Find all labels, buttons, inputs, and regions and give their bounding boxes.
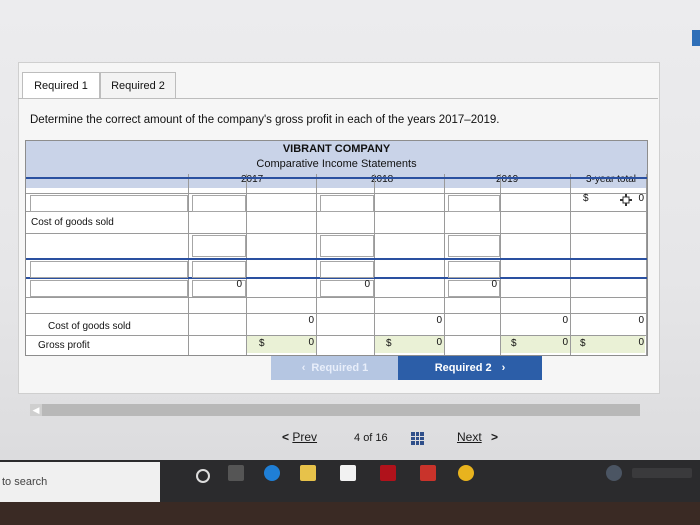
amount-input[interactable] xyxy=(320,261,374,278)
amount-input[interactable] xyxy=(192,261,246,278)
required-1-label: Required 1 xyxy=(311,362,369,374)
edge-icon[interactable] xyxy=(264,465,280,481)
page-indicator: 4 of 16 xyxy=(354,432,388,444)
gross-2019: 0 xyxy=(562,337,568,348)
gross-currency-2018: $ xyxy=(386,338,392,349)
amount-input[interactable] xyxy=(448,195,500,212)
label-input[interactable] xyxy=(30,280,188,297)
gross-2018: 0 xyxy=(436,337,442,348)
cogs-sub-label: Cost of goods sold xyxy=(48,321,131,332)
col-divider xyxy=(246,174,247,355)
scroll-left-icon[interactable]: ◀ xyxy=(30,404,42,416)
row-divider xyxy=(26,297,647,298)
page-total: of 16 xyxy=(363,432,388,444)
amount-input[interactable] xyxy=(320,235,374,257)
chevron-left-icon: ‹ xyxy=(301,362,306,374)
required-1-button[interactable]: ‹ Required 1 xyxy=(271,356,399,380)
row-divider xyxy=(26,193,647,194)
year-2017: 2017 xyxy=(241,174,264,185)
next-link[interactable]: Next > xyxy=(457,430,498,444)
scroll-marker xyxy=(692,30,700,46)
system-tray-icon[interactable] xyxy=(632,468,692,478)
statement-title: Comparative Income Statements xyxy=(256,158,417,170)
amount-input[interactable] xyxy=(320,195,374,212)
tab-required-1[interactable]: Required 1 xyxy=(22,72,100,99)
tab-required-2[interactable]: Required 2 xyxy=(100,72,176,99)
total-currency: $ xyxy=(583,193,589,204)
chevron-right-icon: > xyxy=(491,430,499,444)
row-divider xyxy=(26,313,647,314)
row-divider xyxy=(26,233,647,234)
chevron-right-icon: › xyxy=(501,362,506,374)
col-divider xyxy=(444,174,445,355)
move-cursor-icon xyxy=(620,194,632,206)
cogs-total: 0 xyxy=(638,315,644,326)
tab-divider xyxy=(18,98,658,99)
cogs-label: Cost of goods sold xyxy=(31,217,114,228)
help-icon[interactable] xyxy=(606,465,622,481)
income-statement-table: VIBRANT COMPANY Comparative Income State… xyxy=(25,140,648,356)
amount-input[interactable] xyxy=(448,261,500,278)
chevron-left-icon: < xyxy=(282,430,290,444)
gross-total: 0 xyxy=(638,337,644,348)
label-input[interactable] xyxy=(30,261,188,278)
label-input[interactable] xyxy=(30,195,188,212)
next-label[interactable]: Next xyxy=(457,430,482,444)
instruction-text: Determine the correct amount of the comp… xyxy=(30,114,500,126)
row-divider xyxy=(26,258,647,260)
cogs-2019: 0 xyxy=(562,315,568,326)
gross-currency-2019: $ xyxy=(511,338,517,349)
prev-link[interactable]: < Prev xyxy=(282,430,317,444)
row-divider xyxy=(26,177,647,179)
subtotal-2018: 0 xyxy=(364,279,370,290)
file-explorer-icon[interactable] xyxy=(300,465,316,481)
amount-input[interactable] xyxy=(448,235,500,257)
app-icon[interactable] xyxy=(420,465,436,481)
subtotal-2017: 0 xyxy=(236,279,242,290)
col-divider xyxy=(570,174,571,355)
amount-input[interactable] xyxy=(192,195,246,212)
gross-profit-label: Gross profit xyxy=(38,340,90,351)
company-name: VIBRANT COMPANY xyxy=(282,143,391,155)
col-divider xyxy=(316,174,317,355)
subtotal-2019: 0 xyxy=(491,279,497,290)
page-current: 4 xyxy=(354,432,361,444)
required-2-button[interactable]: Required 2 › xyxy=(398,356,542,380)
col-divider xyxy=(646,174,647,355)
required-2-label: Required 2 xyxy=(434,362,492,374)
col-divider xyxy=(374,174,375,355)
amount-input[interactable] xyxy=(192,235,246,257)
col-divider xyxy=(500,174,501,355)
task-view-icon[interactable] xyxy=(228,465,244,481)
desk-area xyxy=(0,502,700,525)
gross-currency-2017: $ xyxy=(259,338,265,349)
chrome-icon[interactable] xyxy=(458,465,474,481)
cortana-icon[interactable] xyxy=(196,469,210,483)
grid-menu-icon[interactable] xyxy=(411,432,424,445)
store-icon[interactable] xyxy=(340,465,356,481)
col-divider xyxy=(188,174,189,355)
gross-currency-total: $ xyxy=(580,338,586,349)
year-total: 3-year total xyxy=(586,174,637,185)
taskbar-search-placeholder: to search xyxy=(2,476,48,488)
gross-2017: 0 xyxy=(308,337,314,348)
cogs-2018: 0 xyxy=(436,315,442,326)
cogs-2017: 0 xyxy=(308,315,314,326)
netflix-icon[interactable] xyxy=(380,465,396,481)
total-value: 0 xyxy=(638,193,644,204)
prev-label[interactable]: Prev xyxy=(292,430,317,444)
horizontal-scrollbar[interactable] xyxy=(30,404,640,416)
